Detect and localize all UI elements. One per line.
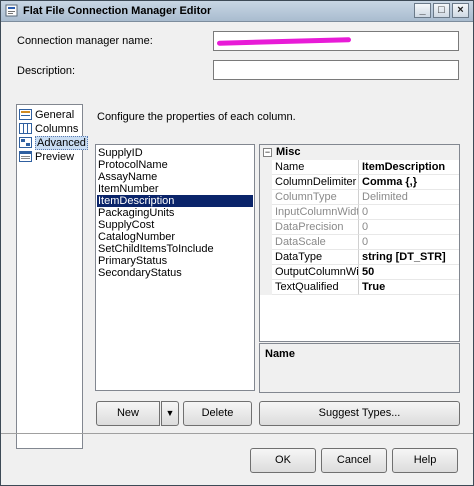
property-name: InputColumnWidth	[272, 205, 359, 220]
property-row-data-scale: DataScale 0	[260, 235, 459, 250]
page-navigation: General Columns Advanced Preview	[16, 104, 88, 449]
list-item[interactable]: SetChildItemsToInclude	[97, 243, 253, 255]
list-item-selected[interactable]: ItemDescription	[97, 195, 253, 207]
connection-name-label: Connection manager name:	[17, 35, 153, 47]
property-row-output-column-width[interactable]: OutputColumnWidth 50	[260, 265, 459, 280]
property-category-misc[interactable]: − Misc	[260, 145, 459, 160]
category-label: Misc	[276, 146, 301, 158]
property-value[interactable]: string [DT_STR]	[359, 250, 459, 265]
app-icon	[5, 4, 18, 17]
property-name: DataScale	[272, 235, 359, 250]
window-title: Flat File Connection Manager Editor	[23, 5, 212, 17]
general-page-icon	[19, 109, 32, 120]
advanced-page-icon	[19, 137, 32, 148]
minimize-button[interactable]: _	[414, 3, 431, 18]
property-name: ColumnType	[272, 190, 359, 205]
property-name: Name	[272, 160, 359, 175]
help-button[interactable]: Help	[392, 448, 458, 473]
column-list[interactable]: SupplyID ProtocolName AssayName ItemNumb…	[95, 144, 255, 391]
property-row-column-delimiter[interactable]: ColumnDelimiter Comma {,}	[260, 175, 459, 190]
list-item[interactable]: PackagingUnits	[97, 207, 253, 219]
description-field[interactable]	[213, 60, 459, 80]
instruction-text: Configure the properties of each column.	[97, 111, 296, 123]
columns-page-icon	[19, 123, 32, 134]
divider	[1, 433, 473, 434]
collapse-icon[interactable]: −	[263, 148, 272, 157]
property-grid[interactable]: − Misc Name ItemDescription ColumnDelimi…	[259, 144, 460, 342]
property-value[interactable]: 50	[359, 265, 459, 280]
property-description-pane: Name	[259, 343, 460, 393]
maximize-button[interactable]: □	[433, 3, 450, 18]
property-value: 0	[359, 220, 459, 235]
property-row-input-column-width: InputColumnWidth 0	[260, 205, 459, 220]
property-value[interactable]: True	[359, 280, 459, 295]
property-value: 0	[359, 235, 459, 250]
preview-page-icon	[19, 151, 32, 162]
list-item[interactable]: SupplyCost	[97, 219, 253, 231]
redaction-mark	[216, 37, 352, 46]
description-label: Description:	[17, 65, 76, 77]
new-dropdown-arrow-icon[interactable]: ▼	[161, 401, 179, 426]
cancel-button[interactable]: Cancel	[321, 448, 387, 473]
nav-item-label: Advanced	[35, 136, 88, 150]
property-row-name[interactable]: Name ItemDescription	[260, 160, 459, 175]
nav-item-preview[interactable]: Preview	[19, 151, 74, 164]
ok-button[interactable]: OK	[250, 448, 316, 473]
list-item[interactable]: CatalogNumber	[97, 231, 253, 243]
suggest-types-button[interactable]: Suggest Types...	[259, 401, 460, 426]
close-button[interactable]: ×	[452, 3, 469, 18]
property-name: TextQualified	[272, 280, 359, 295]
flat-file-connection-manager-editor-window: Flat File Connection Manager Editor _ □ …	[0, 0, 474, 486]
nav-item-label: General	[35, 109, 75, 121]
property-row-data-precision: DataPrecision 0	[260, 220, 459, 235]
title-bar[interactable]: Flat File Connection Manager Editor _ □ …	[1, 1, 473, 22]
property-name: OutputColumnWidth	[272, 265, 359, 280]
property-row-text-qualified[interactable]: TextQualified True	[260, 280, 459, 295]
list-item[interactable]: ProtocolName	[97, 159, 253, 171]
property-value: 0	[359, 205, 459, 220]
delete-button[interactable]: Delete	[183, 401, 252, 426]
property-value[interactable]: Comma {,}	[359, 175, 459, 190]
nav-item-label: Preview	[35, 151, 75, 163]
list-item[interactable]: SecondaryStatus	[97, 267, 253, 279]
list-item[interactable]: ItemNumber	[97, 183, 253, 195]
property-name: DataType	[272, 250, 359, 265]
nav-item-columns[interactable]: Columns	[19, 123, 78, 136]
list-item[interactable]: AssayName	[97, 171, 253, 183]
property-row-column-type: ColumnType Delimited	[260, 190, 459, 205]
nav-item-advanced[interactable]: Advanced	[19, 136, 88, 150]
list-item[interactable]: PrimaryStatus	[97, 255, 253, 267]
nav-item-label: Columns	[35, 123, 79, 135]
property-name: ColumnDelimiter	[272, 175, 359, 190]
new-button[interactable]: New	[96, 401, 160, 426]
property-value[interactable]: ItemDescription	[359, 160, 459, 175]
list-item[interactable]: SupplyID	[97, 147, 253, 159]
property-value: Delimited	[359, 190, 459, 205]
nav-item-general[interactable]: General	[19, 109, 74, 122]
property-name: DataPrecision	[272, 220, 359, 235]
description-title: Name	[265, 348, 295, 360]
connection-name-field[interactable]	[213, 31, 459, 51]
property-row-data-type[interactable]: DataType string [DT_STR]	[260, 250, 459, 265]
